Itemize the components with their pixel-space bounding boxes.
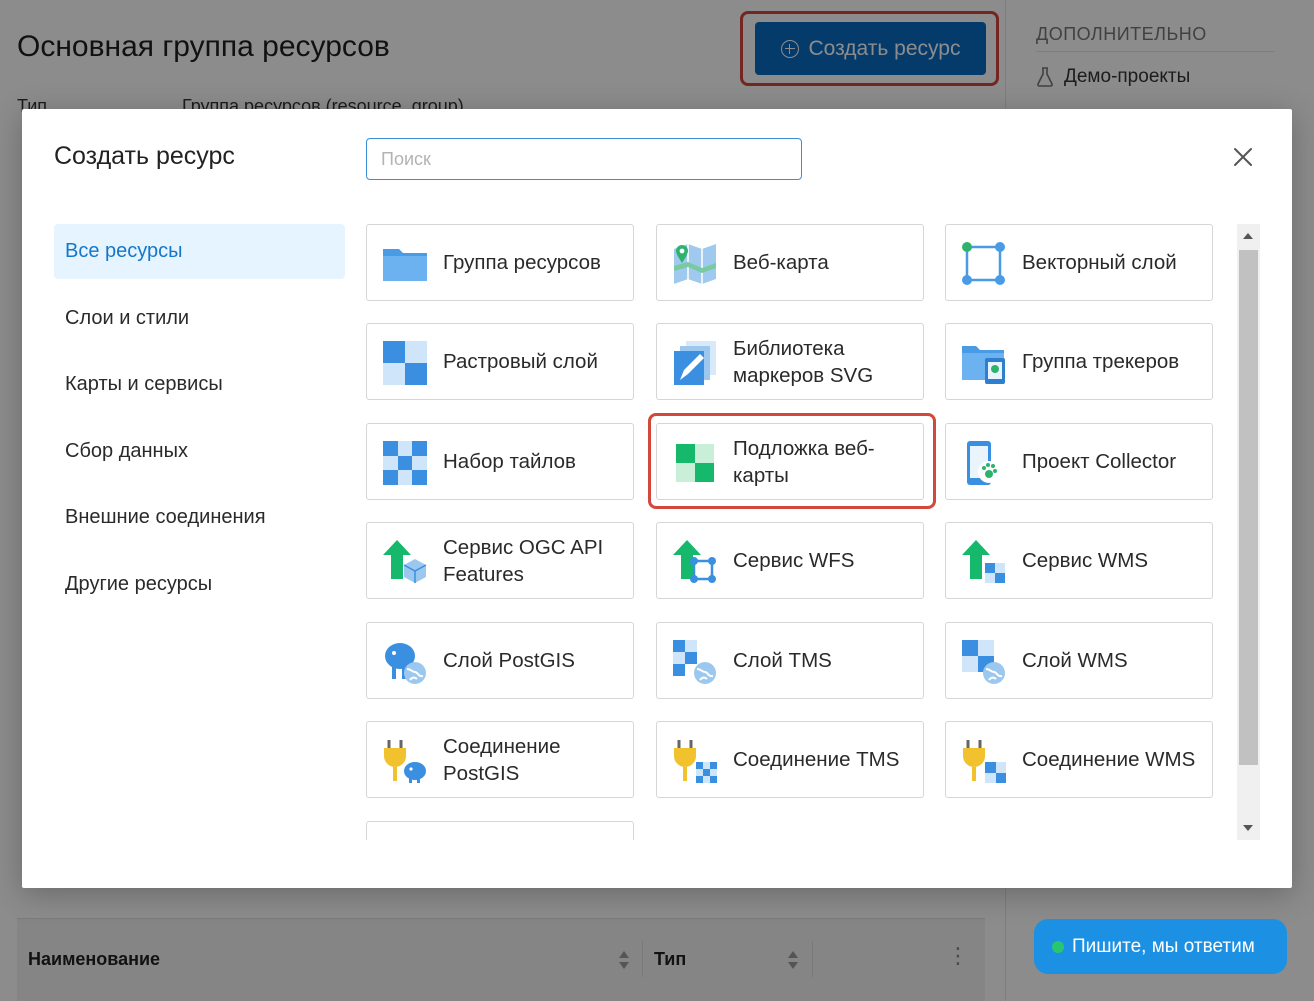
card-postgis-layer[interactable]: Слой PostGIS [366, 622, 634, 699]
card-tracker-group[interactable]: Группа трекеров [945, 323, 1213, 400]
card-wms-service[interactable]: Сервис WMS [945, 522, 1213, 599]
category-data-collection[interactable]: Сбор данных [54, 424, 345, 479]
postgis-connection-icon [384, 740, 426, 783]
card-ogcapi-service[interactable]: Сервис OGC API Features [366, 522, 634, 599]
svg-marker-library-icon [674, 341, 716, 385]
card-wms-connection[interactable]: Соединение WMS [945, 721, 1213, 798]
card-label: Соединение WMS [1022, 748, 1196, 771]
card-wfs-service[interactable]: Сервис WFS [656, 522, 924, 599]
category-layers-styles[interactable]: Слои и стили [54, 291, 345, 346]
ogcapi-service-icon [383, 540, 427, 583]
card-vector-layer[interactable]: Векторный слой [945, 224, 1213, 301]
card-label: Слой TMS [733, 649, 832, 672]
card-label: Проект Collector [1022, 450, 1177, 473]
chat-widget-button[interactable]: Пишите, мы ответим [1034, 919, 1287, 974]
card-label: Веб-карта [733, 251, 829, 274]
wms-service-icon [962, 540, 1005, 583]
close-icon[interactable] [1232, 146, 1254, 168]
category-list: Все ресурсы Слои и стили Карты и сервисы… [54, 224, 345, 623]
card-svg-marker-library[interactable]: Библиотека маркеров SVG [656, 323, 924, 400]
chat-label: Пишите, мы ответим [1072, 935, 1255, 957]
category-other[interactable]: Другие ресурсы [54, 557, 345, 612]
card-label: Соединение TMS [733, 748, 900, 771]
card-resource-group[interactable]: Группа ресурсов [366, 224, 634, 301]
card-label: Слой WMS [1022, 649, 1128, 672]
scrollbar-thumb[interactable] [1239, 250, 1258, 765]
tms-connection-icon [674, 740, 717, 783]
card-label: Набор тайлов [443, 450, 576, 473]
vector-layer-icon [962, 242, 1005, 285]
wms-layer-icon [962, 640, 1005, 684]
card-postgis-connection[interactable]: Соединение PostGIS [366, 721, 634, 798]
online-status-icon [1052, 940, 1064, 953]
webmap-icon [674, 244, 716, 284]
category-all[interactable]: Все ресурсы [54, 224, 345, 279]
card-label: Растровый слой [443, 350, 598, 373]
card-label: Библиотека маркеров SVG [733, 336, 874, 387]
card-wms-layer[interactable]: Слой WMS [945, 622, 1213, 699]
wfs-service-icon [673, 540, 716, 583]
dialog-title: Создать ресурс [54, 142, 235, 170]
card-tms-connection[interactable]: Соединение TMS [656, 721, 924, 798]
card-label: Группа ресурсов [443, 251, 601, 274]
card-label: Сервис OGC API Features [443, 535, 604, 586]
card-label: Сервис WFS [733, 549, 855, 572]
category-external-connections[interactable]: Внешние соединения [54, 490, 345, 545]
resource-grid: Группа ресурсов Веб-карта Векторный слой [366, 224, 1260, 840]
card-label: Векторный слой [1022, 251, 1177, 274]
highlight-basemap-card [648, 413, 936, 509]
card-raster-layer[interactable]: Растровый слой [366, 323, 634, 400]
card-label: Группа трекеров [1022, 350, 1180, 373]
card-tileset[interactable]: Набор тайлов [366, 423, 634, 500]
card-label: Соединение PostGIS [443, 734, 561, 785]
wms-connection-icon [963, 740, 1006, 783]
tileset-icon [383, 441, 427, 485]
scroll-up-arrow-icon[interactable] [1243, 233, 1253, 239]
tms-layer-icon [673, 640, 716, 684]
create-resource-dialog: Создать ресурс Все ресурсы Слои и стили … [22, 109, 1292, 888]
postgis-layer-icon [385, 643, 426, 684]
card-collector-project[interactable]: Проект Collector [945, 423, 1213, 500]
card-tms-layer[interactable]: Слой TMS [656, 622, 924, 699]
card-webmap[interactable]: Веб-карта [656, 224, 924, 301]
category-maps-services[interactable]: Карты и сервисы [54, 357, 345, 412]
tracker-group-icon [962, 346, 1005, 384]
card-partial[interactable] [366, 821, 634, 840]
raster-layer-icon [383, 341, 427, 385]
scrollbar[interactable] [1237, 224, 1260, 840]
collector-project-icon [967, 441, 1000, 485]
folder-icon [383, 249, 427, 281]
search-input[interactable] [366, 138, 802, 180]
card-label: Сервис WMS [1022, 549, 1148, 572]
card-label: Слой PostGIS [443, 649, 575, 672]
scroll-down-arrow-icon[interactable] [1243, 825, 1253, 831]
